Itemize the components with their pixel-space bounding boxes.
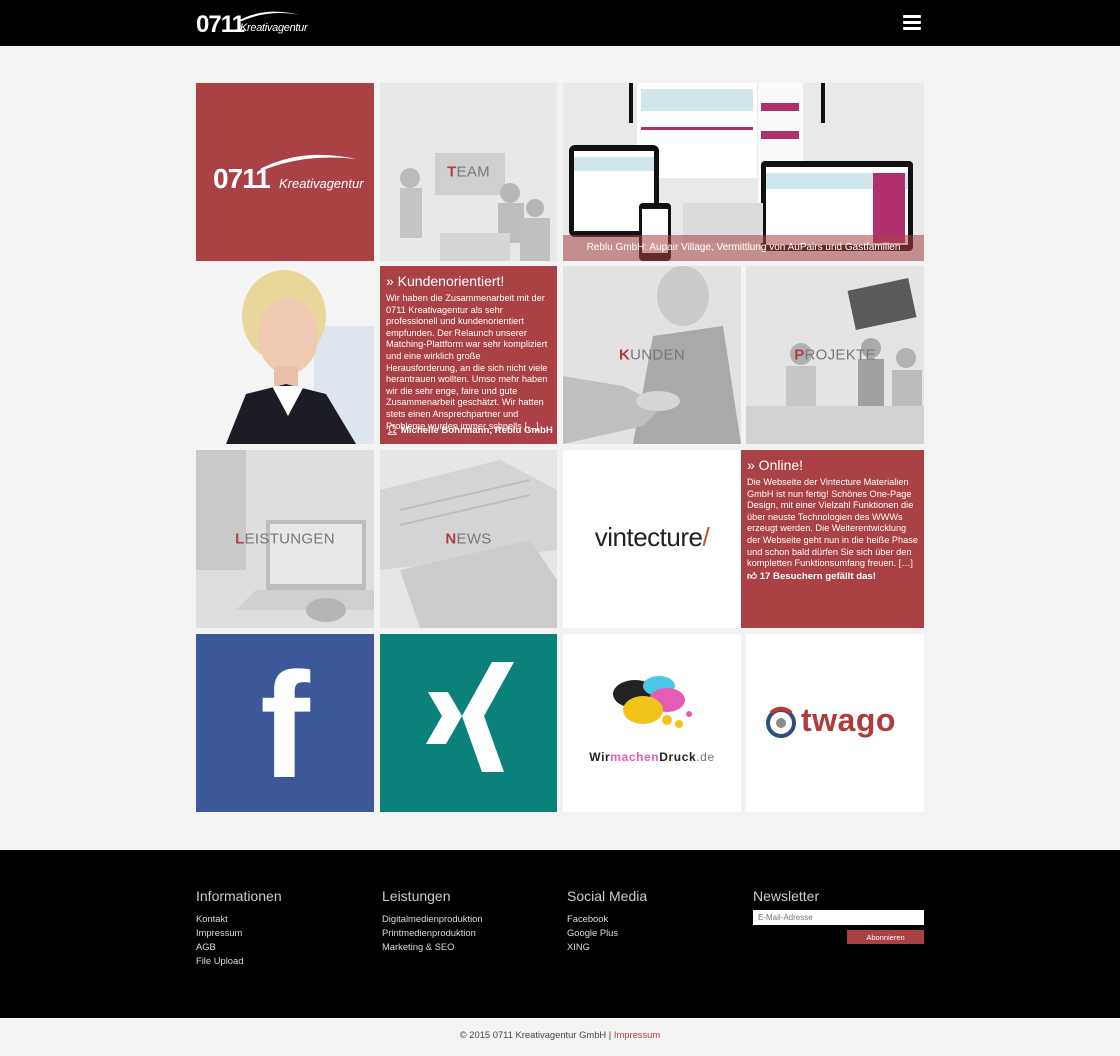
brand-logo-word: Kreativagentur [279, 176, 364, 191]
online-title: » Online! [747, 457, 804, 473]
reblu-project-tile[interactable]: Reblu GmbH: Aupair Village, Vermittlung … [563, 83, 924, 261]
footer-col-social-media: Social Media Facebook Google Plus XING [567, 888, 647, 954]
wirmachendruck-logo-text: WirmachenDruck.de [589, 750, 715, 764]
footer-link-printmedien[interactable]: Printmedienproduktion [382, 926, 483, 940]
thumbs-up-icon: 👍︎ [747, 571, 758, 582]
leistungen-label: LEISTUNGEN [235, 530, 335, 548]
testimonial-tile[interactable]: » Kundenorientiert! Wir haben die Zusamm… [380, 266, 557, 444]
news-label: NEWS [445, 530, 492, 548]
vintecture-tile[interactable]: vintecture/ [563, 450, 741, 628]
footer-col-informationen: Informationen Kontakt Impressum AGB File… [196, 888, 282, 968]
footer-link-impressum[interactable]: Impressum [196, 926, 282, 940]
footer-link-google-plus[interactable]: Google Plus [567, 926, 647, 940]
wirmachendruck-tile[interactable]: WirmachenDruck.de [563, 634, 741, 812]
leistungen-tile[interactable]: LEISTUNGEN [196, 450, 374, 628]
portrait-photo [196, 266, 374, 444]
footer-col-newsletter: Newsletter [753, 888, 819, 912]
xing-icon [426, 662, 514, 772]
online-text: Die Webseite der Vintecture Materialien … [747, 477, 918, 569]
twago-logo-text: twago [801, 702, 896, 738]
brand-logo-tile[interactable]: 0711 Kreativagentur [196, 83, 374, 261]
vintecture-logo: vintecture/ [594, 522, 710, 552]
header-logo[interactable]: 0711 Kreativagentur [196, 9, 308, 38]
footer-link-kontakt[interactable]: Kontakt [196, 912, 282, 926]
footer-heading-leistungen: Leistungen [382, 888, 451, 904]
team-label: TEAM [447, 163, 490, 181]
footer-link-agb[interactable]: AGB [196, 940, 282, 954]
projekte-tile[interactable]: PROJEKTE [746, 266, 924, 444]
projekte-label: PROJEKTE [794, 346, 876, 364]
kunden-label: KUNDEN [619, 346, 685, 364]
footer-heading-newsletter: Newsletter [753, 888, 820, 904]
facebook-icon: f [260, 641, 310, 809]
footer: Informationen Kontakt Impressum AGB File… [0, 850, 1120, 1018]
twago-circle-icon [766, 706, 796, 738]
testimonial-portrait-tile [196, 266, 374, 444]
footer-link-file-upload[interactable]: File Upload [196, 954, 282, 968]
footer-link-xing[interactable]: XING [567, 940, 647, 954]
logo-word: Kreativagentur [240, 22, 308, 34]
kunden-tile[interactable]: KUNDEN [563, 266, 741, 444]
news-tile[interactable]: NEWS [380, 450, 557, 628]
online-likes: 👍︎ 17 Besuchern gefällt das! [747, 571, 876, 582]
team-tile[interactable]: TEAM [380, 83, 557, 261]
brand-swoosh-icon [260, 154, 356, 169]
newsletter-email-input[interactable] [753, 910, 924, 925]
testimonial-author: 👤︎ Michelle Bohrmann, Reblu GmbH [386, 425, 553, 436]
footer-link-digitalmedien[interactable]: Digitalmedienproduktion [382, 912, 483, 926]
footer-heading-social-media: Social Media [567, 888, 648, 904]
facebook-tile[interactable]: f [196, 634, 374, 812]
logo-swoosh-icon [238, 11, 300, 21]
twago-tile[interactable]: twago [746, 634, 924, 812]
hamburger-menu-icon[interactable] [903, 15, 921, 31]
footer-link-facebook[interactable]: Facebook [567, 912, 647, 926]
copyright-text: © 2015 0711 Kreativagentur GmbH | [459, 1029, 612, 1040]
reblu-caption: Reblu GmbH: Aupair Village, Vermittlung … [563, 235, 924, 261]
user-icon: 👤︎ [386, 425, 399, 436]
online-news-tile[interactable]: » Online! Die Webseite der Vintecture Ma… [741, 450, 924, 628]
testimonial-text: Wir haben die Zusammenarbeit mit der 071… [386, 293, 548, 431]
footer-col-leistungen: Leistungen Digitalmedienproduktion Print… [382, 888, 483, 954]
top-navigation-bar: 0711 Kreativagentur [0, 0, 1120, 46]
copyright-impressum-link[interactable]: Impressum [614, 1029, 660, 1040]
copyright-bar: © 2015 0711 Kreativagentur GmbH | Impres… [0, 1018, 1120, 1056]
footer-heading-informationen: Informationen [196, 888, 282, 904]
testimonial-title: » Kundenorientiert! [386, 273, 505, 289]
xing-tile[interactable] [380, 634, 557, 812]
newsletter-subscribe-button[interactable]: Abonnieren [847, 930, 924, 944]
footer-link-marketing-seo[interactable]: Marketing & SEO [382, 940, 483, 954]
